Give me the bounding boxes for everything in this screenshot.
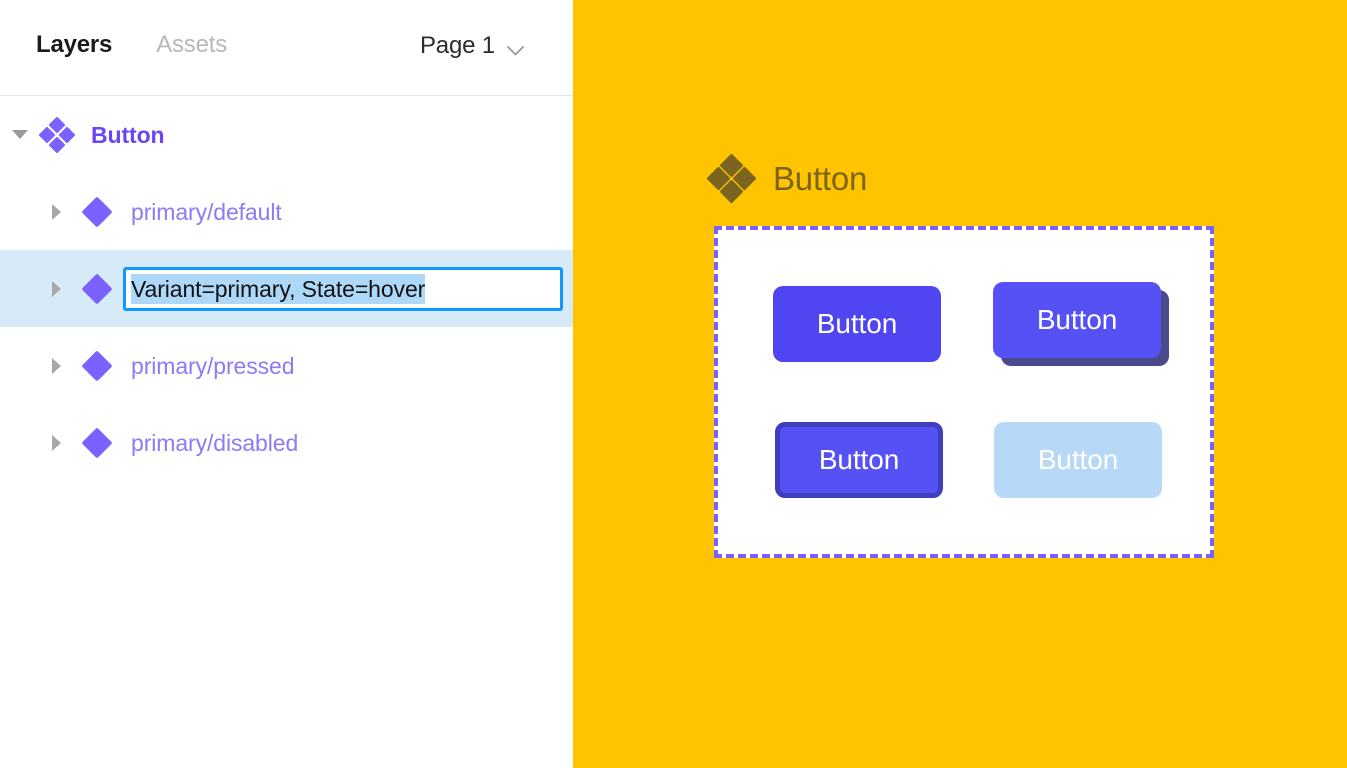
variant-button-label: Button	[1036, 304, 1118, 335]
layer-label: primary/pressed	[131, 352, 295, 379]
component-set-title[interactable]: Button	[706, 153, 868, 204]
design-canvas[interactable]: Button Button Button Button Button	[573, 0, 1347, 768]
component-set-icon	[38, 116, 76, 153]
tab-assets[interactable]: Assets	[156, 30, 227, 60]
caret-down-icon[interactable]	[9, 124, 31, 146]
layer-rename-input[interactable]: Variant=primary, State=hover	[123, 266, 563, 311]
page-selector[interactable]: Page 1	[420, 31, 524, 61]
variant-button-label: Button	[816, 308, 898, 339]
layer-tree: Button primary/default Variant=primary,	[0, 96, 573, 481]
chevron-down-icon	[506, 43, 524, 56]
variant-button-label: Button	[1037, 444, 1119, 475]
component-set-title-label: Button	[773, 160, 868, 197]
layers-panel: Layers Assets Page 1 Button primary/defa…	[0, 0, 573, 768]
component-icon	[81, 272, 113, 305]
variant-grid: Button Button Button Button	[718, 230, 1210, 554]
component-set-icon	[706, 153, 757, 204]
rename-input-wrapper: Variant=primary, State=hover	[123, 266, 563, 311]
panel-tabs: Layers Assets	[36, 30, 227, 60]
component-set-frame[interactable]: Button Button Button Button	[714, 226, 1214, 558]
variant-button-label: Button	[818, 444, 900, 475]
variant-button-default[interactable]: Button	[773, 286, 941, 362]
layer-row-primary-hover[interactable]: Variant=primary, State=hover	[0, 250, 573, 327]
component-icon	[81, 349, 113, 382]
panel-header: Layers Assets Page 1	[0, 0, 573, 96]
caret-right-icon[interactable]	[45, 355, 67, 377]
layer-row-primary-pressed[interactable]: primary/pressed	[0, 327, 573, 404]
component-icon	[81, 195, 113, 228]
layer-row-primary-disabled[interactable]: primary/disabled	[0, 404, 573, 481]
figma-window: Layers Assets Page 1 Button primary/defa…	[0, 0, 1347, 768]
caret-right-icon[interactable]	[45, 432, 67, 454]
caret-right-icon[interactable]	[45, 278, 67, 300]
layer-row-button[interactable]: Button	[0, 96, 573, 173]
variant-button-disabled[interactable]: Button	[994, 422, 1162, 498]
layer-rename-value: Variant=primary, State=hover	[131, 273, 426, 304]
layer-label: primary/default	[131, 198, 282, 225]
tab-layers[interactable]: Layers	[36, 30, 112, 60]
layer-label: primary/disabled	[131, 429, 299, 456]
variant-button-hover[interactable]: Button	[993, 282, 1161, 358]
layer-row-primary-default[interactable]: primary/default	[0, 173, 573, 250]
layer-label: Button	[91, 121, 165, 148]
variant-button-pressed[interactable]: Button	[775, 422, 943, 498]
page-selector-label: Page 1	[420, 32, 495, 59]
caret-right-icon[interactable]	[45, 201, 67, 223]
component-icon	[81, 426, 113, 459]
